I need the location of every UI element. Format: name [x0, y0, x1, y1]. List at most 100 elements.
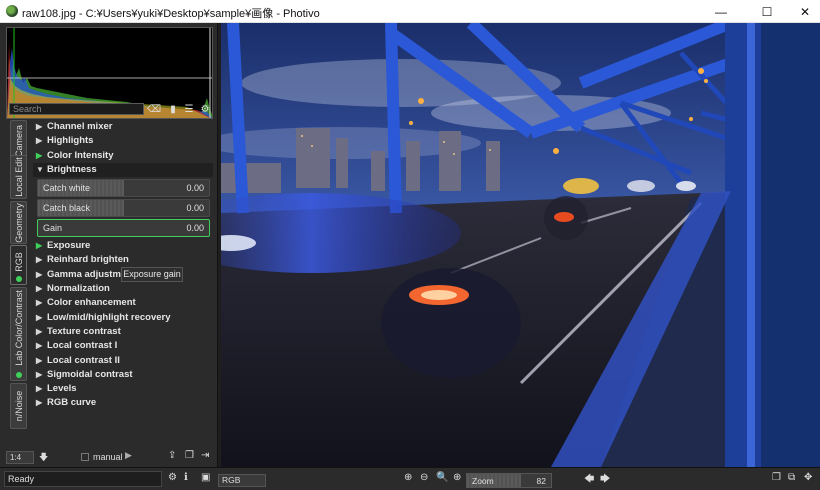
- tool-label: Channel mixer: [47, 121, 113, 132]
- tool-label: Brightness: [47, 163, 97, 175]
- tool-highlights[interactable]: ▶ Highlights: [33, 134, 213, 148]
- tab-local-edit[interactable]: Local Edit: [10, 155, 27, 199]
- status-bar: Ready ⚙ ℹ ▣ RGB ⊕ ⊖ 🔍 ⊕ Zoom 82 🡄 🡆 ❐ ⧉ …: [0, 467, 820, 490]
- zoom-out-icon[interactable]: ⊖: [420, 472, 428, 483]
- channel-select[interactable]: RGB: [218, 474, 266, 487]
- active-arrow-icon: ▶: [36, 150, 43, 160]
- tool-channel-mixer[interactable]: ▶ Channel mixer: [33, 120, 213, 134]
- tool-list: ▶ Channel mixer ▶ Highlights ▶ Color Intens…: [33, 120, 213, 411]
- tool-label: Color Intensity: [47, 149, 114, 161]
- maximize-button[interactable]: ☐: [748, 0, 786, 23]
- info-icon[interactable]: ℹ: [184, 472, 188, 483]
- tab-eyecandy-noise[interactable]: n/Noise: [10, 383, 27, 429]
- expand-arrow-icon: ▶: [36, 284, 43, 294]
- tool-color-enhancement[interactable]: ▶ Color enhancement: [33, 296, 213, 310]
- tool-label: RGB curve: [47, 397, 97, 409]
- expand-arrow-icon: ▶: [36, 398, 43, 408]
- tab-label: RGB: [13, 252, 24, 272]
- slider-value: 0.00: [186, 203, 204, 214]
- zoom-in-icon[interactable]: ⊕: [453, 472, 461, 483]
- manual-label: manual: [93, 452, 123, 462]
- tool-levels[interactable]: ▶ Levels: [33, 382, 213, 396]
- slider-label: Gain: [43, 223, 63, 234]
- catch-black-slider[interactable]: Catch black 0.00: [37, 199, 210, 218]
- expand-arrow-icon: ▶: [36, 269, 43, 279]
- bookmark-icon[interactable]: ▮: [167, 102, 179, 116]
- zoom-fit-icon[interactable]: ⊕: [404, 472, 412, 483]
- tool-label: Color enhancement: [47, 297, 136, 309]
- tool-sigmoidal-contrast[interactable]: ▶ Sigmoidal contrast: [33, 368, 213, 382]
- slider-label: Catch black: [43, 203, 91, 214]
- tool-brightness[interactable]: ▼ Brightness: [33, 162, 213, 178]
- tool-label: Local contrast I: [47, 340, 118, 352]
- tool-highlight-recovery[interactable]: ▶ Low/mid/highlight recovery: [33, 311, 213, 325]
- tool-label: Local contrast II: [47, 354, 120, 366]
- move-icon[interactable]: ✥: [804, 472, 812, 483]
- tool-panel: ⌫ ▮ ☰ ⚙ Camera Local Edit Geometry RGB L…: [0, 23, 218, 467]
- menu-icon[interactable]: ☰: [183, 102, 195, 116]
- search-row: ⌫ ▮ ☰ ⚙: [9, 102, 214, 116]
- tool-local-contrast-1[interactable]: ▶ Local contrast I: [33, 339, 213, 353]
- zoom-label: Zoom: [472, 476, 494, 486]
- tab-geometry[interactable]: Geometry: [10, 201, 27, 244]
- active-indicator-icon: [16, 372, 22, 378]
- tab-label: Lab Color/Contrast: [13, 290, 24, 367]
- tool-label: Highlights: [47, 135, 94, 147]
- scale-select[interactable]: 1:4: [6, 451, 34, 464]
- send-icon[interactable]: ⇥: [201, 450, 209, 461]
- section-tabs: Camera Local Edit Geometry RGB Lab Color…: [10, 120, 28, 450]
- catch-white-slider[interactable]: Catch white 0.00: [37, 179, 210, 198]
- slider-label: Catch white: [43, 183, 91, 194]
- image-icon[interactable]: ▣: [201, 472, 210, 483]
- tool-label: Texture contrast: [47, 325, 121, 337]
- tool-reinhard-brighten[interactable]: ▶ Reinhard brighten: [33, 253, 213, 267]
- zoom-value: 82: [536, 476, 546, 486]
- zoom-100-icon[interactable]: 🔍: [436, 472, 448, 483]
- photo-canvas: [221, 23, 820, 467]
- tab-label: Geometry: [13, 202, 24, 243]
- image-view[interactable]: [221, 23, 820, 467]
- photivo-logo-icon: [6, 5, 18, 17]
- slider-value: 0.00: [186, 223, 204, 234]
- previous-image-icon[interactable]: 🡄: [584, 472, 594, 489]
- tool-label: Reinhard brighten: [47, 254, 129, 266]
- expand-arrow-icon: ▶: [36, 369, 43, 379]
- active-indicator-icon: [16, 276, 22, 282]
- full-screen-icon[interactable]: ❐: [772, 472, 781, 483]
- expand-arrow-icon: ▶: [36, 136, 43, 146]
- tab-rgb[interactable]: RGB: [10, 245, 27, 285]
- compare-icon[interactable]: ⧉: [788, 472, 795, 483]
- tab-lab-color-contrast[interactable]: Lab Color/Contrast: [10, 287, 27, 381]
- tool-rgb-curve[interactable]: ▶ RGB curve: [33, 396, 213, 410]
- expand-arrow-icon: ▶: [36, 312, 43, 322]
- tab-label: Local Edit: [13, 157, 24, 197]
- tool-color-intensity[interactable]: ▶ Color Intensity: [33, 149, 213, 163]
- search-input[interactable]: [9, 103, 144, 115]
- active-arrow-icon: ▶: [36, 241, 43, 251]
- download-arrow-icon[interactable]: 🡇: [39, 450, 48, 466]
- settings-gear-icon[interactable]: ⚙: [168, 472, 177, 483]
- gain-slider[interactable]: Gain 0.00: [37, 219, 210, 238]
- tool-texture-contrast[interactable]: ▶ Texture contrast: [33, 325, 213, 339]
- next-image-icon[interactable]: 🡆: [600, 472, 610, 489]
- gear-icon[interactable]: ⚙: [199, 102, 211, 116]
- run-icon[interactable]: ▶: [125, 450, 132, 461]
- export-icon[interactable]: ⇪: [168, 450, 176, 461]
- tab-label: Camera: [13, 124, 24, 158]
- panel-bottom-controls: 1:4 🡇 manual ▶ ⇪ ❐ ⇥: [0, 449, 218, 467]
- expand-arrow-icon: ▶: [36, 122, 43, 131]
- close-button[interactable]: ✕: [786, 0, 820, 23]
- manual-checkbox[interactable]: [81, 453, 89, 461]
- expand-arrow-icon: ▶: [36, 298, 43, 308]
- tool-label: Normalization: [47, 283, 110, 295]
- batch-icon[interactable]: ❐: [185, 450, 194, 461]
- tool-normalization[interactable]: ▶ Normalization: [33, 282, 213, 296]
- tool-exposure[interactable]: ▶ Exposure: [33, 239, 213, 253]
- minimize-button[interactable]: —: [702, 0, 740, 23]
- tab-label: n/Noise: [13, 390, 24, 422]
- expand-arrow-icon: ▶: [36, 355, 43, 365]
- tool-local-contrast-2[interactable]: ▶ Local contrast II: [33, 354, 213, 368]
- expand-arrow-icon: ▶: [36, 255, 43, 265]
- zoom-slider[interactable]: Zoom 82: [466, 473, 552, 488]
- clear-search-icon[interactable]: ⌫: [147, 102, 161, 116]
